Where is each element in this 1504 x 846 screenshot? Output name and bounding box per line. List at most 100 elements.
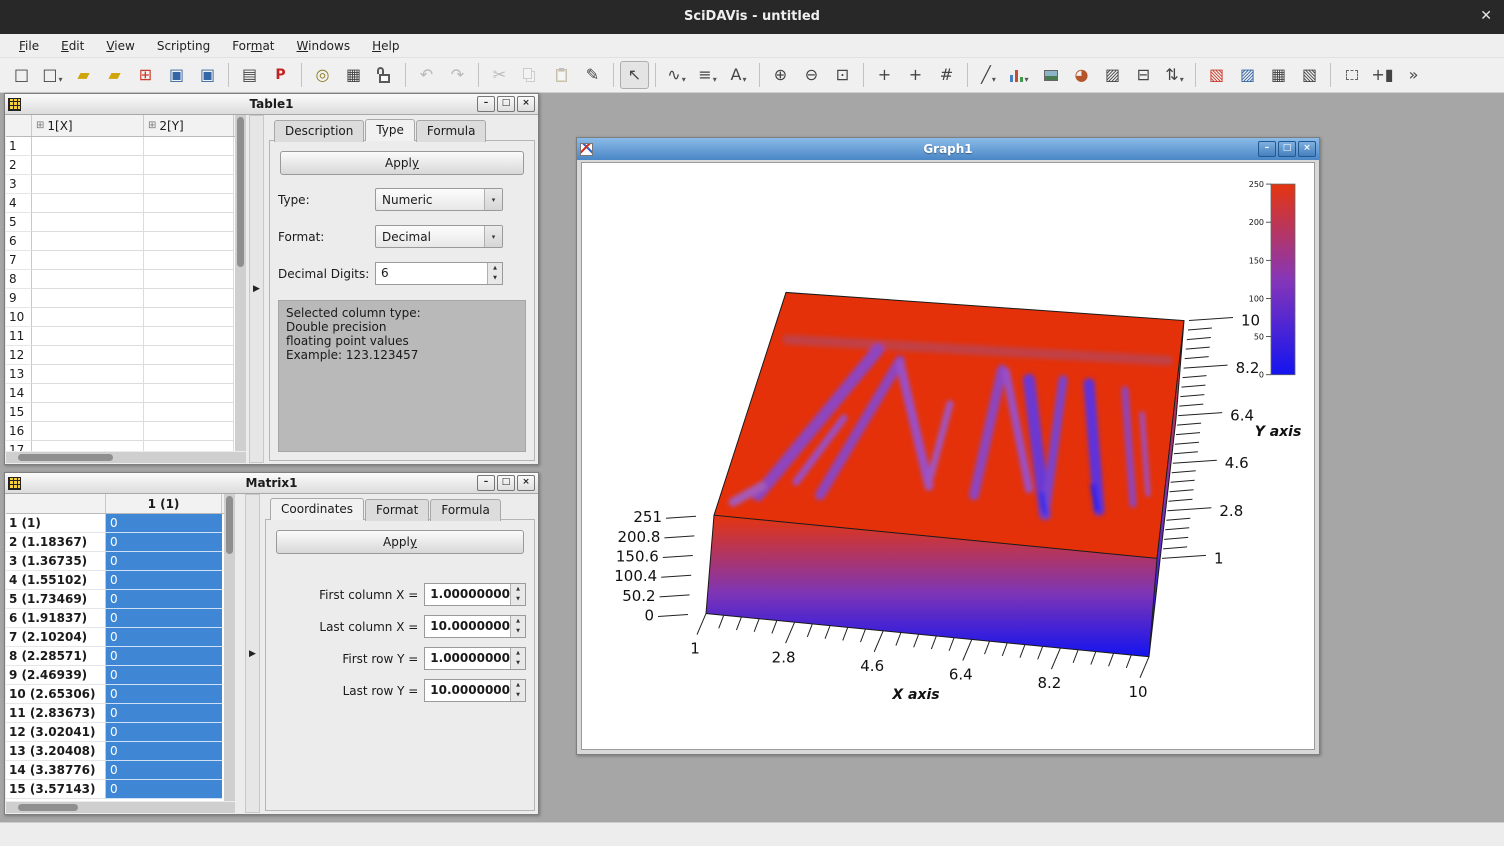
paste-button[interactable] — [547, 61, 576, 89]
spin-down-icon[interactable]: ▼ — [511, 659, 525, 670]
table-cell[interactable] — [32, 175, 144, 194]
table1-tab-type[interactable]: Type — [365, 119, 415, 141]
plot-line-button[interactable]: ╱▾ — [974, 61, 1003, 89]
spin-up-icon[interactable]: ▲ — [511, 680, 525, 691]
first-column-x-input[interactable]: 1.00000000▲▼ — [424, 583, 526, 606]
menu-file[interactable]: File — [8, 36, 50, 56]
cut-button[interactable]: ✂ — [485, 61, 514, 89]
plot-3d-bars-button[interactable]: ▨ — [1098, 61, 1127, 89]
last-column-x-input[interactable]: 10.0000000▲▼ — [424, 615, 526, 638]
add-column-button[interactable]: +▮ — [1368, 61, 1397, 89]
table-cell[interactable] — [32, 403, 144, 422]
table1-titlebar[interactable]: Table1 –□× — [5, 94, 538, 115]
table1-horizontal-scrollbar[interactable] — [6, 452, 246, 463]
table-cell[interactable] — [32, 346, 144, 365]
apply-button[interactable]: Apply — [280, 151, 524, 175]
matrix-row-header[interactable]: 3 (1.36735) — [6, 552, 106, 571]
row-header[interactable]: 13 — [6, 365, 32, 384]
matrix1-tab-coordinates[interactable]: Coordinates — [270, 498, 364, 520]
table-cell[interactable] — [32, 289, 144, 308]
plot-histogram-button[interactable]: ▾ — [1005, 61, 1034, 89]
plot-3d-trajectory-button[interactable]: ▧ — [1295, 61, 1324, 89]
matrix-cell[interactable]: 0 — [106, 761, 222, 780]
row-header[interactable]: 8 — [6, 270, 32, 289]
spin-up-icon[interactable]: ▲ — [511, 584, 525, 595]
spin-down-icon[interactable]: ▼ — [511, 691, 525, 702]
results-log-button[interactable]: ▦ — [339, 61, 368, 89]
new-project-button[interactable]: □ — [7, 61, 36, 89]
add-text-button[interactable]: A▾ — [724, 61, 753, 89]
new-window-button[interactable]: □▾ — [38, 61, 67, 89]
table-cell[interactable] — [32, 232, 144, 251]
project-explorer-button[interactable]: ◎ — [308, 61, 337, 89]
spin-down-icon[interactable]: ▼ — [511, 595, 525, 606]
matrix-row-header[interactable]: 11 (2.83673) — [6, 704, 106, 723]
last-row-y-input[interactable]: 10.0000000▲▼ — [424, 679, 526, 702]
table-cell[interactable] — [144, 289, 234, 308]
matrix1-tab-format[interactable]: Format — [365, 499, 429, 521]
table-cell[interactable] — [32, 384, 144, 403]
menu-format[interactable]: Format — [221, 36, 285, 56]
table-cell[interactable] — [144, 403, 234, 422]
matrix-row-header[interactable]: 13 (3.20408) — [6, 742, 106, 761]
matrix-cell[interactable]: 0 — [106, 666, 222, 685]
matrix1-vertical-scrollbar[interactable] — [224, 494, 235, 801]
graph1-titlebar[interactable]: Graph1 –□× — [577, 138, 1319, 161]
menu-edit[interactable]: Edit — [50, 36, 95, 56]
table1-column-header[interactable]: ⊞1[X] — [32, 115, 144, 136]
save-project-as-button[interactable]: ▣ — [193, 61, 222, 89]
table1-maximize-button[interactable]: □ — [497, 96, 515, 112]
format-select[interactable]: Decimal▾ — [375, 225, 503, 248]
panel-expand-icon[interactable]: ▶ — [249, 649, 256, 659]
plot-3d-scatter-button[interactable]: ▦ — [1264, 61, 1293, 89]
table-cell[interactable] — [32, 422, 144, 441]
matrix-row-header[interactable]: 5 (1.73469) — [6, 590, 106, 609]
table-cell[interactable] — [32, 213, 144, 232]
panel-expand-icon[interactable]: ▶ — [253, 284, 260, 294]
plot-pie-button[interactable]: ◕ — [1067, 61, 1096, 89]
matrix-cell[interactable]: 0 — [106, 609, 222, 628]
select-region-button[interactable] — [1337, 61, 1366, 89]
row-header[interactable]: 14 — [6, 384, 32, 403]
scrollbar-thumb[interactable] — [18, 454, 113, 461]
matrix-row-header[interactable]: 2 (1.18367) — [6, 533, 106, 552]
table-cell[interactable] — [144, 308, 234, 327]
scrollbar-thumb[interactable] — [226, 496, 233, 554]
type-select[interactable]: Numeric▾ — [375, 188, 503, 211]
spin-up-icon[interactable]: ▲ — [511, 616, 525, 627]
spin-down-icon[interactable]: ▼ — [511, 627, 525, 638]
row-header[interactable]: 5 — [6, 213, 32, 232]
rescale-to-show-all-button[interactable]: ⊡ — [828, 61, 857, 89]
screen-reader-button[interactable]: + — [870, 61, 899, 89]
row-header[interactable]: 9 — [6, 289, 32, 308]
open-project-button[interactable]: ▰ — [69, 61, 98, 89]
row-header[interactable]: 6 — [6, 232, 32, 251]
matrix-cell[interactable]: 0 — [106, 571, 222, 590]
table1-minimize-button[interactable]: – — [477, 96, 495, 112]
table-cell[interactable] — [32, 327, 144, 346]
matrix1-horizontal-scrollbar[interactable] — [6, 802, 235, 813]
app-titlebar[interactable]: SciDAVis - untitled ✕ — [0, 0, 1504, 34]
matrix-row-header[interactable]: 10 (2.65306) — [6, 685, 106, 704]
table-cell[interactable] — [144, 194, 234, 213]
lock-button[interactable] — [370, 61, 399, 89]
table-cell[interactable] — [144, 327, 234, 346]
matrix-cell[interactable]: 0 — [106, 742, 222, 761]
matrix-cell[interactable]: 0 — [106, 552, 222, 571]
menu-help[interactable]: Help — [361, 36, 410, 56]
matrix1-panel-handle[interactable]: ▶ — [245, 494, 260, 813]
apply-button[interactable]: Apply — [276, 530, 524, 554]
matrix-row-header[interactable]: 12 (3.02041) — [6, 723, 106, 742]
print-button[interactable]: ▤ — [235, 61, 264, 89]
table-cell[interactable] — [144, 251, 234, 270]
app-close-button[interactable]: ✕ — [1480, 8, 1492, 24]
row-header[interactable]: 1 — [6, 137, 32, 156]
surface-plot[interactable]: 12.84.66.48.210X axis12.84.66.48.210Y ax… — [582, 163, 1314, 749]
matrix-row-header[interactable]: 6 (1.91837) — [6, 609, 106, 628]
row-header[interactable]: 10 — [6, 308, 32, 327]
copy-button[interactable] — [516, 61, 545, 89]
table-cell[interactable] — [144, 346, 234, 365]
save-project-button[interactable]: ▣ — [162, 61, 191, 89]
row-header[interactable]: 7 — [6, 251, 32, 270]
plot-box-button[interactable]: ⊟ — [1129, 61, 1158, 89]
